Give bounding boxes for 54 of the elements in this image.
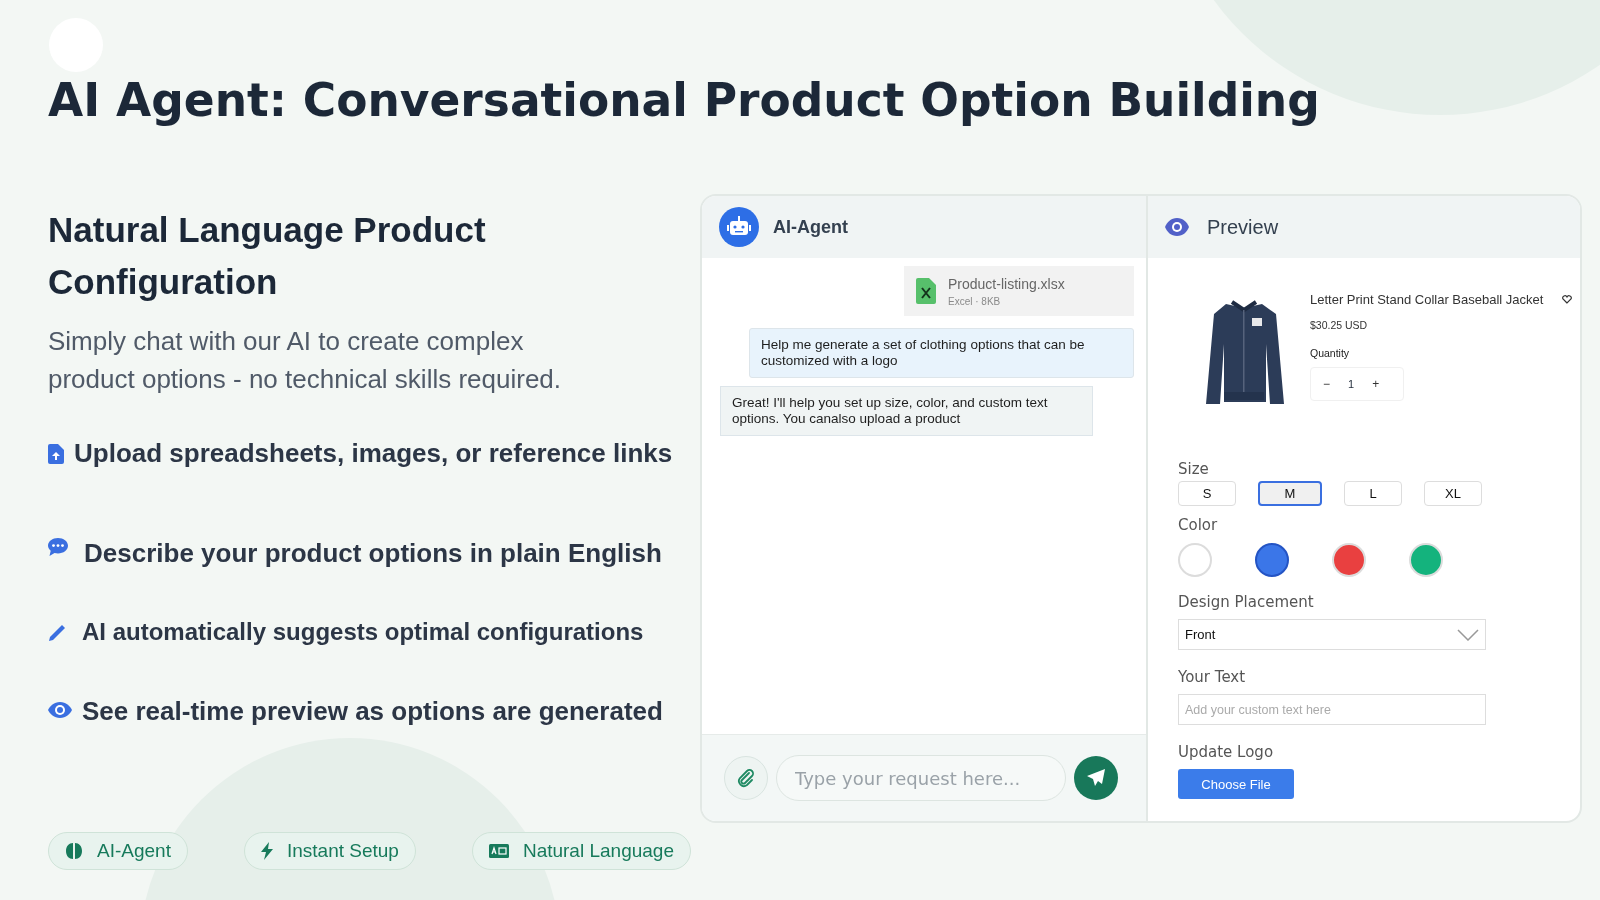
feature-tag: Natural Language (471, 832, 691, 870)
chevron-down-icon (1457, 628, 1479, 641)
send-button[interactable] (1074, 756, 1118, 800)
color-label: Color (1178, 516, 1219, 534)
quantity-stepper[interactable]: − 1 + (1310, 367, 1404, 401)
logo-label: Update Logo (1178, 743, 1275, 761)
message-input[interactable]: Type your request here... (776, 755, 1066, 801)
agent-message: Great! I'll help you set up size, color, and custom text options. You canalso upload a product (720, 386, 1093, 436)
chat-bubble-icon (48, 538, 68, 556)
feature-text: AI automatically suggests optimal configurations (82, 618, 644, 646)
paper-plane-icon (1086, 768, 1106, 788)
choose-file-button[interactable]: Choose File (1178, 769, 1294, 799)
quantity-label: Quantity (1310, 347, 1351, 359)
increase-button[interactable]: + (1372, 377, 1380, 391)
feature-text: See real-time preview as options are generated (82, 696, 663, 727)
placement-label: Design Placement (1178, 593, 1315, 611)
size-option[interactable]: S (1178, 481, 1236, 506)
feature-text: Describe your product options in plain English (84, 538, 662, 569)
feature-text: Upload spreadsheets, images, or reference links (74, 438, 673, 469)
attach-button[interactable] (724, 756, 768, 800)
page-title: AI Agent: Conversational Product Option Building (48, 74, 1320, 127)
section-heading: Natural Language Product Configuration (48, 209, 487, 303)
feature-tag: Instant Setup (243, 832, 416, 870)
file-attachment[interactable]: Product-listing.xlsx Excel · 8KB (904, 266, 1134, 316)
description: Simply chat with our AI to create complex product options - no technical skills required. (48, 325, 563, 396)
pencil-icon (48, 624, 66, 642)
file-upload-icon (48, 444, 64, 464)
quantity-value: 1 (1348, 378, 1355, 390)
paperclip-icon (737, 768, 755, 788)
product-name: Letter Print Stand Collar Baseball Jacket (1310, 292, 1544, 307)
file-name: Product-listing.xlsx (948, 275, 1065, 292)
chat-title: AI-Agent (773, 216, 848, 238)
size-label: Size (1178, 460, 1210, 478)
robot-icon (719, 207, 759, 247)
lightning-icon (260, 842, 273, 860)
brain-icon (65, 842, 83, 860)
size-option[interactable]: L (1344, 481, 1402, 506)
color-swatch[interactable] (1255, 543, 1289, 577)
eye-icon (48, 702, 72, 718)
preview-title: Preview (1207, 215, 1279, 239)
id-card-icon (488, 844, 509, 858)
eye-icon (1165, 218, 1189, 236)
spreadsheet-file-icon (916, 278, 936, 304)
feature-tag: AI-Agent (48, 832, 188, 870)
text-label: Your Text (1178, 668, 1247, 686)
size-option[interactable]: M (1258, 481, 1322, 506)
file-meta: Excel · 8KB (948, 295, 1002, 307)
custom-text-input[interactable]: Add your custom text here (1178, 694, 1486, 725)
product-price: $30.25 USD (1310, 319, 1369, 331)
heart-icon[interactable] (1562, 295, 1572, 304)
user-message: Help me generate a set of clothing options that can be customized with a logo (749, 328, 1134, 378)
placement-dropdown[interactable]: Front (1178, 619, 1486, 650)
decrease-button[interactable]: − (1323, 377, 1330, 391)
size-option[interactable]: XL (1424, 481, 1482, 506)
